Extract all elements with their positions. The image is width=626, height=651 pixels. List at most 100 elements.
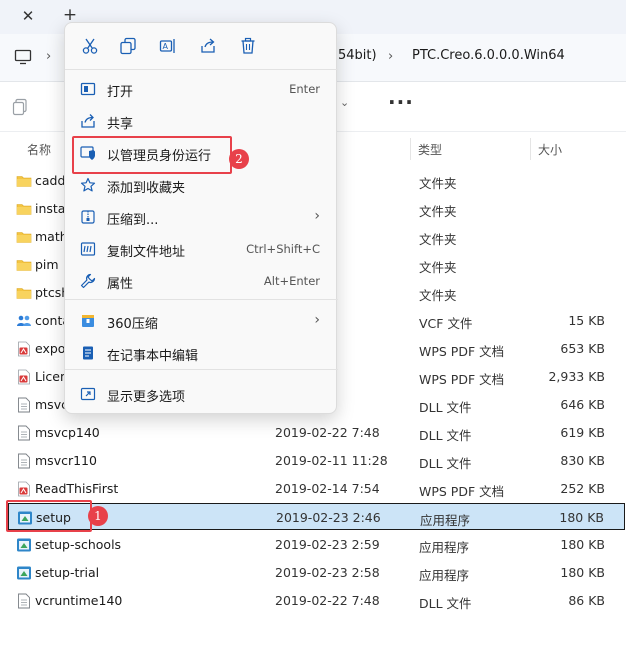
svg-text:A: A (163, 42, 169, 51)
menu-item-label: 360压缩 (107, 317, 158, 332)
folder-file-icon (16, 285, 32, 301)
file-type: VCF 文件 (419, 316, 473, 331)
breadcrumb-parent[interactable]: 54bit) (338, 48, 377, 63)
file-type: 应用程序 (420, 513, 471, 528)
breadcrumb-current[interactable]: PTC.Creo.6.0.0.0.Win64 (412, 48, 565, 63)
annotation-highlight-setup (6, 500, 92, 532)
contact-file-icon (16, 313, 32, 329)
folder-file-icon (16, 201, 32, 217)
file-size: 180 KB (560, 537, 605, 552)
file-row[interactable]: ReadThisFirst 2019-02-14 7:54 WPS PDF 文档 25… (8, 475, 625, 502)
file-type: WPS PDF 文档 (419, 372, 505, 387)
more-icon[interactable]: ··· (388, 90, 414, 114)
file-row[interactable]: vcruntime140 2019-02-22 7:48 DLL 文件 86 KB (8, 587, 625, 614)
file-type: 文件夹 (419, 176, 457, 191)
rename-icon[interactable]: A (159, 37, 177, 55)
archive-360-icon (80, 313, 96, 329)
menu-divider (65, 299, 338, 300)
file-type: WPS PDF 文档 (419, 344, 505, 359)
chevron-right-icon: › (314, 208, 320, 224)
exe-file-icon (16, 565, 32, 581)
annotation-highlight-run-as-admin (72, 136, 232, 174)
file-type: WPS PDF 文档 (419, 484, 505, 499)
context-menu-item[interactable]: 属性 Alt+Enter (71, 266, 332, 296)
file-size: 646 KB (560, 397, 605, 412)
menu-item-label: 在记事本中编辑 (107, 349, 199, 364)
file-date: 2019-02-22 7:48 (275, 593, 380, 608)
delete-icon[interactable] (239, 37, 257, 55)
context-menu-item[interactable]: 360压缩 › (71, 306, 332, 336)
file-name: setup-schools (35, 537, 122, 552)
close-tab-icon[interactable]: ✕ (18, 6, 38, 26)
file-size: 86 KB (568, 593, 605, 608)
folder-file-icon (16, 229, 32, 245)
context-menu-item[interactable]: 添加到收藏夹 (71, 170, 332, 200)
file-name: ReadThisFirst (35, 481, 119, 496)
notepad-icon (80, 345, 96, 361)
file-name: setup-trial (35, 565, 100, 580)
column-header-type[interactable]: 类型 (418, 141, 442, 158)
context-menu-item[interactable]: 在记事本中编辑 (71, 338, 332, 368)
file-type: 文件夹 (419, 204, 457, 219)
menu-item-label: 共享 (107, 117, 134, 132)
zip-icon (80, 209, 96, 225)
file-type: DLL 文件 (419, 428, 472, 443)
pdf-file-icon (16, 341, 32, 357)
file-type: 文件夹 (419, 232, 457, 247)
file-name: vcruntime140 (35, 593, 123, 608)
file-name: cadd (35, 173, 66, 188)
file-row[interactable]: setup-trial 2019-02-23 2:58 应用程序 180 KB (8, 559, 625, 586)
annotation-badge-2: 2 (229, 149, 249, 169)
file-size: 180 KB (559, 510, 604, 525)
menu-divider (65, 69, 338, 70)
menu-item-label: 复制文件地址 (107, 245, 186, 260)
context-menu-item[interactable]: 打开 Enter (71, 74, 332, 104)
menu-item-label: 属性 (107, 277, 134, 292)
file-row[interactable]: setup-schools 2019-02-23 2:59 应用程序 180 KB (8, 531, 625, 558)
context-menu-item[interactable]: 压缩到... › (71, 202, 332, 232)
context-quick-actions: A (65, 23, 338, 69)
sort-dropdown-icon[interactable]: ⌄ (340, 96, 349, 109)
menu-item-label: 添加到收藏夹 (107, 181, 186, 196)
context-menu-item[interactable]: 复制文件地址 Ctrl+Shift+C (71, 234, 332, 264)
file-name: msvcp140 (35, 425, 100, 440)
dll-file-icon (16, 593, 32, 609)
file-type: 应用程序 (419, 540, 470, 555)
menu-item-label: 显示更多选项 (107, 390, 186, 405)
column-divider[interactable] (530, 138, 531, 160)
file-row[interactable]: msvcp140 2019-02-22 7:48 DLL 文件 619 KB (8, 419, 625, 446)
file-size: 619 KB (560, 425, 605, 440)
folder-file-icon (16, 173, 32, 189)
file-size: 653 KB (560, 341, 605, 356)
breadcrumb-separator: › (388, 49, 394, 64)
column-header-name[interactable]: 名称 (27, 141, 51, 158)
dll-file-icon (16, 425, 32, 441)
chevron-right-icon: › (314, 312, 320, 328)
file-row[interactable]: msvcr110 2019-02-11 11:28 DLL 文件 830 KB (8, 447, 625, 474)
file-type: 文件夹 (419, 288, 457, 303)
copy-icon[interactable] (119, 37, 137, 55)
file-name: pim (35, 257, 59, 272)
context-menu-item[interactable]: 显示更多选项 (71, 379, 332, 409)
file-type: DLL 文件 (419, 456, 472, 471)
menu-item-label: 压缩到... (107, 213, 159, 228)
breadcrumb-separator: › (46, 49, 52, 64)
file-type: 文件夹 (419, 260, 457, 275)
file-name: math (35, 229, 68, 244)
open-icon (80, 81, 96, 97)
column-divider[interactable] (410, 138, 411, 160)
annotation-badge-1: 1 (88, 506, 108, 526)
exe-file-icon (16, 537, 32, 553)
file-size: 180 KB (560, 565, 605, 580)
file-date: 2019-02-22 7:48 (275, 425, 380, 440)
file-type: DLL 文件 (419, 596, 472, 611)
star-icon (80, 177, 96, 193)
context-menu-item[interactable]: 共享 (71, 106, 332, 136)
this-pc-icon[interactable] (14, 48, 32, 66)
copy-icon[interactable] (12, 98, 28, 116)
cut-icon[interactable] (81, 37, 99, 55)
share-icon[interactable] (199, 37, 217, 55)
column-header-size[interactable]: 大小 (538, 141, 562, 158)
menu-item-shortcut: Alt+Enter (263, 274, 320, 288)
file-date: 2019-02-23 2:46 (276, 510, 381, 525)
